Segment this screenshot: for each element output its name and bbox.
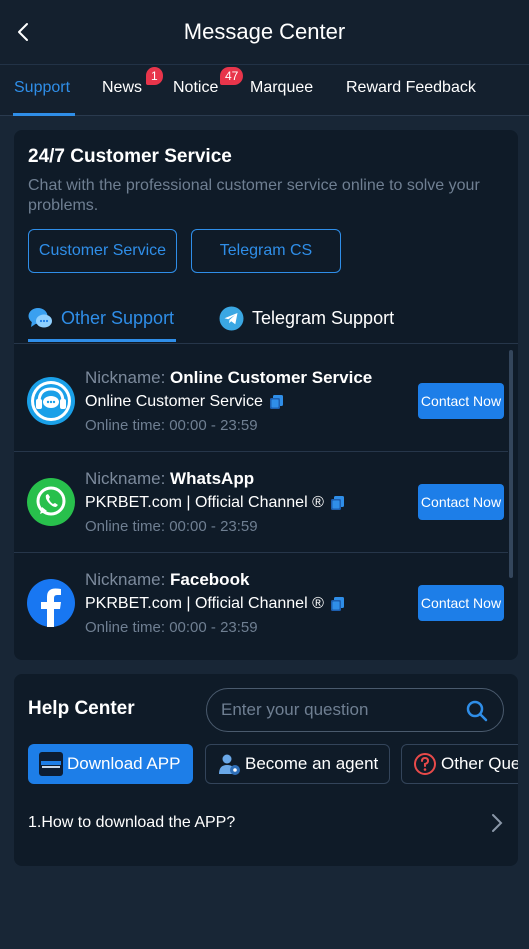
telegram-icon xyxy=(219,306,244,331)
tab-telegram-support-label: Telegram Support xyxy=(252,308,395,328)
page-title: Message Center xyxy=(183,19,346,44)
search-icon[interactable] xyxy=(465,699,489,723)
contact-now-button[interactable]: Contact Now xyxy=(418,383,504,419)
nickname-value: WhatsApp xyxy=(170,469,255,488)
search-input[interactable] xyxy=(221,700,451,720)
account-text: Online Customer Service xyxy=(85,393,263,410)
contact-account: PKRBET.com | Official Channel ® xyxy=(85,595,344,613)
tab-reward-feedback[interactable]: Reward Feedback xyxy=(346,79,476,97)
back-button[interactable] xyxy=(14,20,34,44)
search-box xyxy=(206,688,504,732)
customer-service-button[interactable]: Customer Service xyxy=(28,229,177,273)
nickname-value: Online Customer Service xyxy=(170,368,373,387)
contact-nickname: Nickname: Facebook xyxy=(85,570,249,590)
headset-icon xyxy=(27,377,75,425)
customer-service-card: 24/7 Customer Service Chat with the prof… xyxy=(14,130,518,660)
category-label: Download APP xyxy=(67,754,181,773)
tab-support[interactable]: Support xyxy=(14,79,70,97)
cs-title: 24/7 Customer Service xyxy=(28,146,232,167)
faq-question: 1.How to download the APP? xyxy=(28,814,236,831)
category-label: Become an agent xyxy=(245,754,379,773)
help-center-card: Help Center Download APP Become an agent xyxy=(14,674,518,866)
chevron-right-icon xyxy=(492,814,503,832)
chat-bubbles-icon xyxy=(28,308,52,328)
contact-row-facebook: Nickname: Facebook PKRBET.com | Official… xyxy=(14,553,508,654)
cs-description: Chat with the professional customer serv… xyxy=(28,177,480,214)
contact-nickname: Nickname: WhatsApp xyxy=(85,469,254,489)
telegram-cs-button[interactable]: Telegram CS xyxy=(191,229,341,273)
divider xyxy=(14,343,518,344)
notice-badge: 47 xyxy=(220,67,244,85)
copy-icon[interactable] xyxy=(330,597,344,611)
category-download-app[interactable]: Download APP xyxy=(28,744,193,784)
nickname-label: Nickname: xyxy=(85,368,166,387)
nickname-label: Nickname: xyxy=(85,469,166,488)
contact-account: PKRBET.com | Official Channel ® xyxy=(85,494,344,512)
online-time: Online time: 00:00 - 23:59 xyxy=(85,619,258,636)
online-time: Online time: 00:00 - 23:59 xyxy=(85,417,258,434)
tab-bar: Support News 1 Notice 47 Marquee Reward … xyxy=(0,64,529,116)
category-become-agent[interactable]: Become an agent xyxy=(205,744,390,784)
account-text: PKRBET.com | Official Channel ® xyxy=(85,595,324,612)
scrollbar[interactable] xyxy=(509,350,513,578)
account-text: PKRBET.com | Official Channel ® xyxy=(85,494,324,511)
contact-account: Online Customer Service xyxy=(85,393,283,411)
tab-notice[interactable]: Notice xyxy=(173,79,218,97)
category-label: Other Questions xyxy=(441,754,518,773)
copy-icon[interactable] xyxy=(330,496,344,510)
chevron-left-icon xyxy=(18,23,28,41)
app-logo-icon xyxy=(39,752,63,776)
contact-row-online-cs: Nickname: Online Customer Service Online… xyxy=(14,351,508,452)
whatsapp-icon xyxy=(27,478,75,526)
category-other-questions[interactable]: Other Questions xyxy=(401,744,518,784)
online-time: Online time: 00:00 - 23:59 xyxy=(85,518,258,535)
nickname-value: Facebook xyxy=(170,570,250,589)
contact-now-button[interactable]: Contact Now xyxy=(418,585,504,621)
active-tab-indicator xyxy=(13,113,75,116)
tab-marquee[interactable]: Marquee xyxy=(250,79,313,97)
contact-now-button[interactable]: Contact Now xyxy=(418,484,504,520)
faq-item[interactable]: 1.How to download the APP? xyxy=(28,810,504,836)
contact-row-whatsapp: Nickname: WhatsApp PKRBET.com | Official… xyxy=(14,452,508,553)
news-badge: 1 xyxy=(146,67,163,85)
facebook-icon xyxy=(27,579,75,627)
agent-icon xyxy=(219,754,240,775)
copy-icon[interactable] xyxy=(269,395,283,409)
tab-news[interactable]: News xyxy=(102,79,142,97)
question-icon xyxy=(414,753,436,775)
tab-other-support-label: Other Support xyxy=(61,307,175,328)
tab-other-support[interactable]: Other Support xyxy=(28,306,174,330)
active-subtab-indicator xyxy=(28,339,176,342)
nickname-label: Nickname: xyxy=(85,570,166,589)
header: Message Center xyxy=(0,0,529,64)
tab-telegram-support[interactable]: Telegram Support xyxy=(219,306,394,331)
help-center-title: Help Center xyxy=(28,698,135,719)
contact-nickname: Nickname: Online Customer Service xyxy=(85,368,372,388)
